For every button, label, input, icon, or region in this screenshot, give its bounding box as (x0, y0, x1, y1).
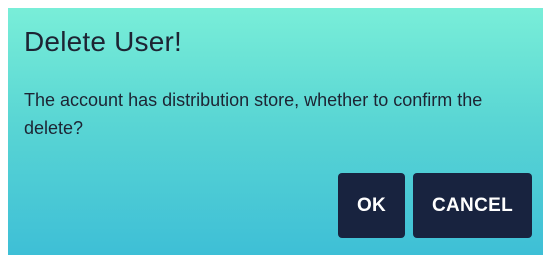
delete-user-dialog: Delete User! The account has distributio… (8, 8, 543, 255)
dialog-message: The account has distribution store, whet… (24, 90, 483, 138)
dialog-actions: OK CANCEL (338, 173, 532, 238)
dialog-title: Delete User! (24, 26, 183, 57)
ok-button[interactable]: OK (338, 173, 405, 238)
cancel-button[interactable]: CANCEL (413, 173, 532, 238)
